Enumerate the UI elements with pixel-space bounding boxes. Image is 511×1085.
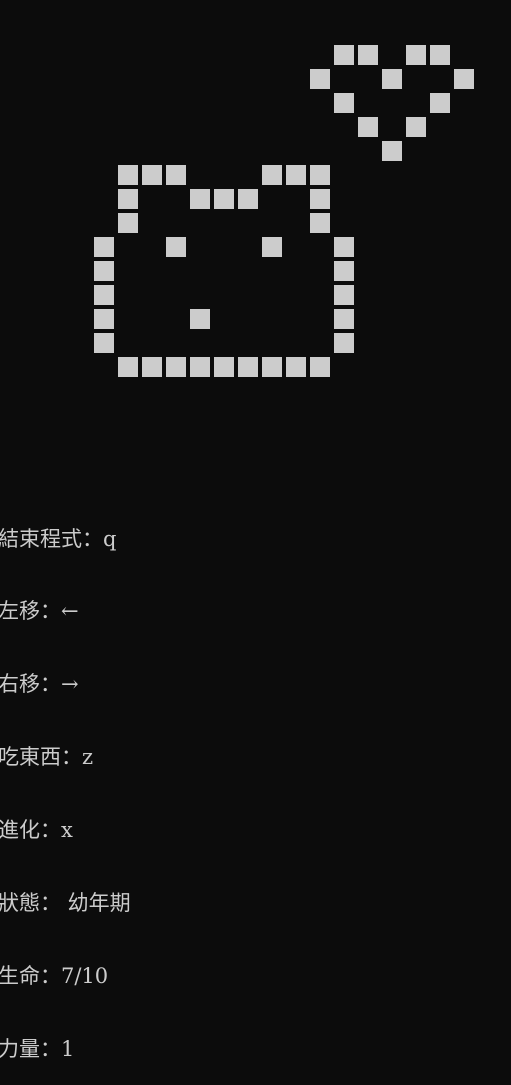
heart-pixel — [382, 141, 402, 161]
heart-pixel — [430, 45, 450, 65]
state-status: 狀態： 幼年期 — [0, 891, 131, 916]
pet-pixel — [286, 165, 306, 185]
heart-pixel — [406, 45, 426, 65]
pet-pixel — [334, 285, 354, 305]
pet-pixel — [118, 189, 138, 209]
pet-pixel — [94, 309, 114, 329]
pet-pixel — [334, 309, 354, 329]
pet-pixel — [190, 189, 210, 209]
move-left-instruction: 左移：← — [0, 599, 79, 624]
heart-pixel — [358, 45, 378, 65]
heart-pixel — [358, 117, 378, 137]
pet-pixel — [286, 357, 306, 377]
pet-pixel — [238, 189, 258, 209]
move-right-instruction: 右移：→ — [0, 672, 79, 697]
heart-pixel — [382, 69, 402, 89]
pet-pixel — [94, 261, 114, 281]
game-canvas — [0, 0, 511, 460]
pet-pixel — [166, 165, 186, 185]
quit-instruction: 結束程式：q — [0, 526, 117, 551]
pet-pixel — [214, 189, 234, 209]
heart-pixel — [454, 69, 474, 89]
pet-pixel — [310, 189, 330, 209]
pet-pixel — [310, 213, 330, 233]
heart-pixel — [334, 93, 354, 113]
pet-pixel — [190, 309, 210, 329]
evolve-instruction: 進化：x — [0, 818, 73, 843]
pet-pixel — [190, 357, 210, 377]
pet-pixel — [262, 165, 282, 185]
pet-pixel — [262, 237, 282, 257]
pet-pixel — [166, 237, 186, 257]
heart-pixel — [310, 69, 330, 89]
pet-pixel — [310, 357, 330, 377]
power-status: 力量：1 — [0, 1036, 75, 1061]
pet-pixel — [310, 165, 330, 185]
pet-pixel — [94, 237, 114, 257]
pet-pixel — [118, 357, 138, 377]
pet-pixel — [238, 357, 258, 377]
pet-pixel — [334, 333, 354, 353]
heart-pixel — [406, 117, 426, 137]
pet-pixel — [118, 165, 138, 185]
life-status: 生命：7/10 — [0, 963, 109, 988]
pet-pixel — [142, 165, 162, 185]
heart-pixel — [430, 93, 450, 113]
eat-instruction: 吃東西：z — [0, 745, 94, 770]
pet-pixel — [214, 357, 234, 377]
pet-pixel — [334, 237, 354, 257]
pet-pixel — [166, 357, 186, 377]
pet-pixel — [118, 213, 138, 233]
terminal-text: 結束程式：q 左移：← 右移：→ 吃東西：z 進化：x 狀態： 幼年期 生命：7… — [0, 478, 131, 1085]
pet-pixel — [262, 357, 282, 377]
pet-pixel — [94, 333, 114, 353]
pet-pixel — [334, 261, 354, 281]
heart-pixel — [334, 45, 354, 65]
pet-pixel — [142, 357, 162, 377]
pet-pixel — [94, 285, 114, 305]
